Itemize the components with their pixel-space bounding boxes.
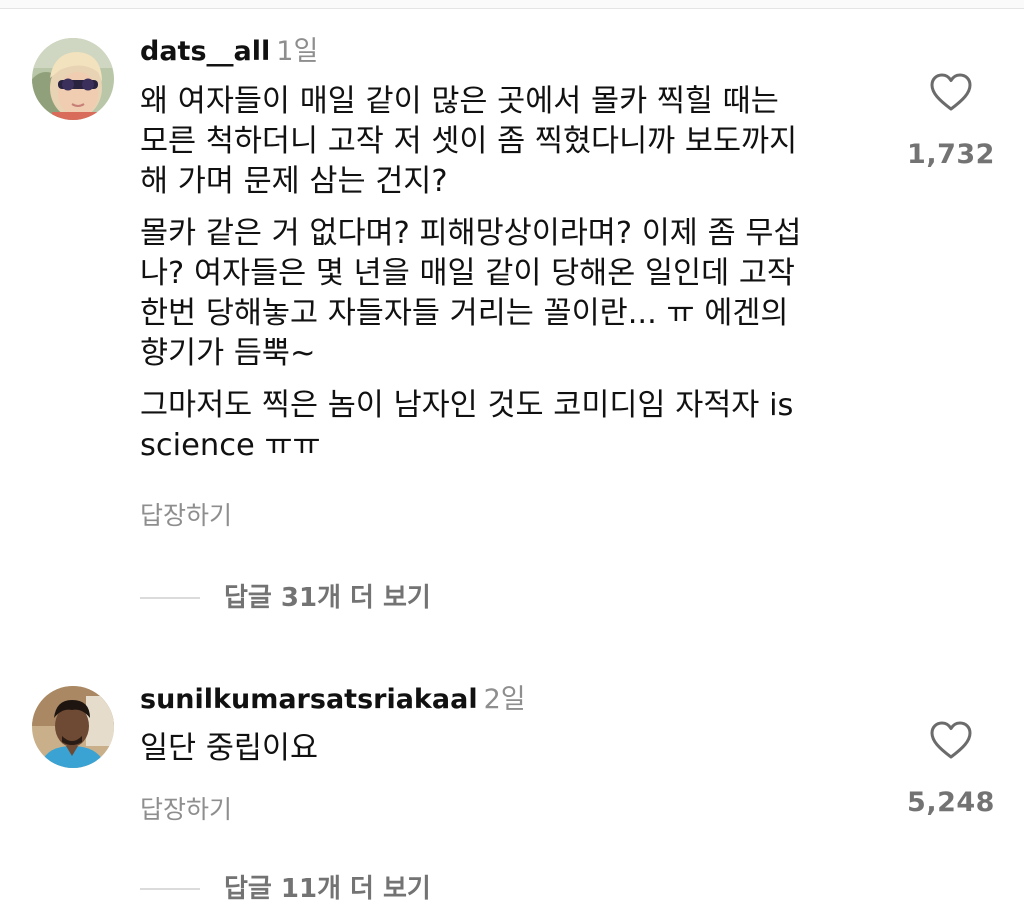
comment-text: 일단 중립이요: [140, 731, 319, 766]
like-block: 1,732: [896, 72, 1006, 172]
view-replies-button[interactable]: 답글 31개 더 보기: [140, 581, 431, 615]
like-count: 5,248: [907, 787, 995, 818]
comment-body: 왜 여자들이 매일 같이 많은 곳에서 몰카 찍힐 때는 모른 척하더니 고작 …: [140, 82, 880, 478]
comment-body: 일단 중립이요: [140, 729, 880, 781]
heart-outline-icon[interactable]: [929, 72, 973, 112]
like-count: 1,732: [907, 139, 995, 170]
reply-button[interactable]: 답장하기: [140, 500, 232, 532]
comment-header: sunilkumarsatsriakaal 2일: [140, 683, 526, 717]
username[interactable]: dats__all: [140, 36, 270, 67]
reply-button[interactable]: 답장하기: [140, 794, 232, 826]
view-replies-label: 답글 11개 더 보기: [224, 874, 431, 904]
timestamp: 2일: [483, 684, 526, 715]
divider-line: [140, 597, 200, 599]
comment-text: 왜 여자들이 매일 같이 많은 곳에서 몰카 찍힐 때는 모른 척하더니 고작 …: [140, 84, 798, 199]
heart-outline-icon[interactable]: [929, 720, 973, 760]
comments-screen: dats__all 1일 왜 여자들이 매일 같이 많은 곳에서 몰카 찍힐 때는…: [0, 0, 1024, 904]
avatar[interactable]: [32, 38, 114, 120]
divider-line: [140, 888, 200, 890]
comment-header: dats__all 1일: [140, 35, 318, 69]
comment-text: 몰카 같은 거 없다며? 피해망상이라며? 이제 좀 무섭 나? 여자들은 몇 …: [140, 216, 802, 371]
view-replies-label: 답글 31개 더 보기: [224, 583, 431, 613]
like-block: 5,248: [896, 720, 1006, 820]
avatar[interactable]: [32, 686, 114, 768]
comment-text: 그마저도 찍은 놈이 남자인 것도 코미디임 자적자 is science ㅠㅠ: [140, 388, 794, 463]
timestamp: 1일: [276, 36, 319, 67]
top-divider: [0, 0, 1024, 9]
username[interactable]: sunilkumarsatsriakaal: [140, 684, 478, 715]
view-replies-button[interactable]: 답글 11개 더 보기: [140, 872, 431, 904]
